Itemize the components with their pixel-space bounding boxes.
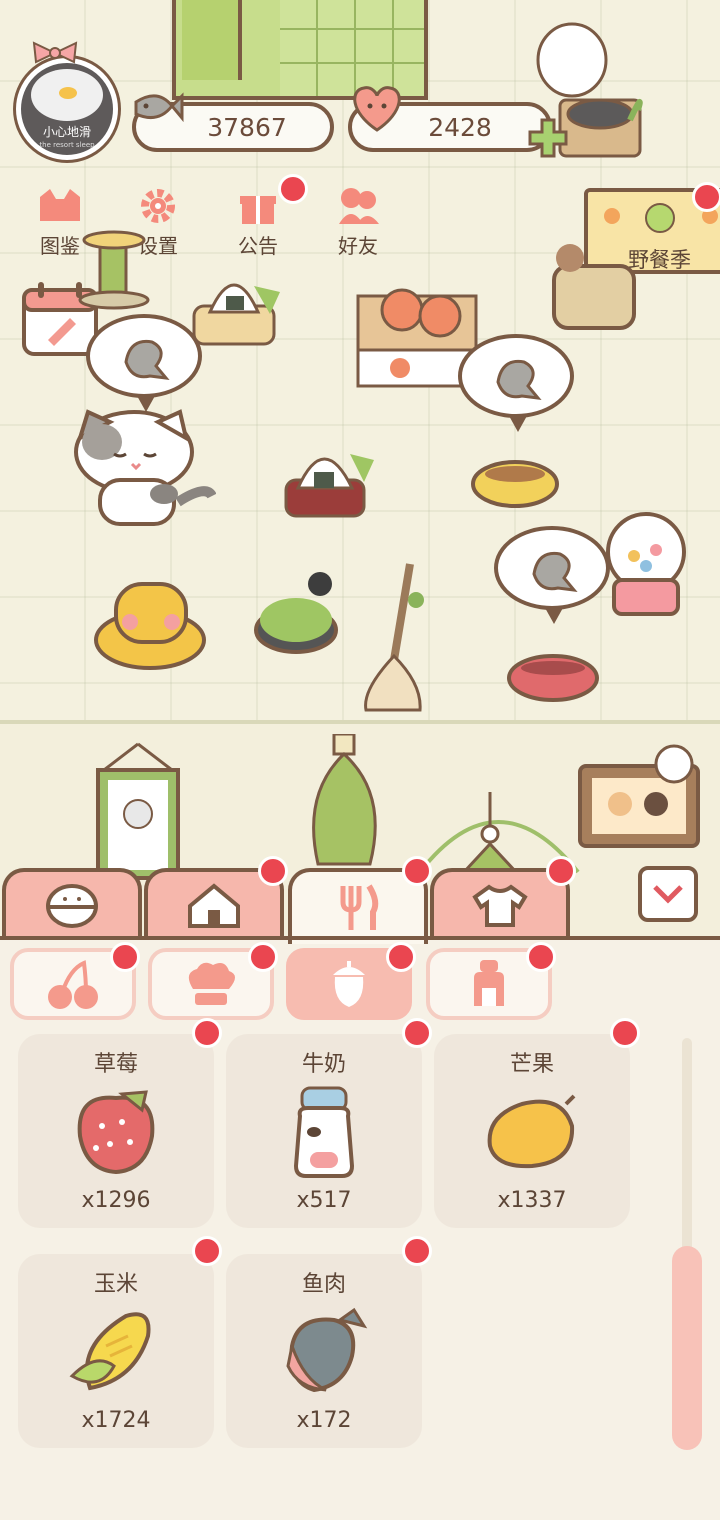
fish-icon <box>532 551 578 592</box>
player-name: 小心地滑 <box>42 125 91 139</box>
shirt-icon <box>472 884 528 927</box>
notification-dot <box>110 942 140 972</box>
item-count: x1337 <box>497 1188 567 1213</box>
broom-decoration[interactable] <box>360 560 430 720</box>
chevron-down-icon <box>653 885 683 904</box>
category-tabs <box>0 856 720 944</box>
food-bowl-red[interactable] <box>506 650 600 706</box>
tab-cat-bed[interactable] <box>2 868 142 940</box>
player-avatar[interactable]: 小心地滑 the resort sleep <box>16 58 118 160</box>
item-name: 芒果 <box>509 1052 554 1077</box>
menu-label: 好友 <box>338 234 378 258</box>
notification-dot <box>258 856 288 886</box>
gift-icon <box>240 196 276 224</box>
yellow-hat-decoration[interactable] <box>94 580 208 672</box>
heart-count: 2428 <box>428 112 492 142</box>
bow-icon <box>32 41 78 64</box>
notification-dot <box>278 174 308 204</box>
fish-meat-icon <box>286 1307 368 1393</box>
jar-icon <box>474 960 504 1006</box>
item-card-strawberry[interactable]: 草莓 x1296 <box>18 1034 214 1228</box>
notification-dot <box>386 942 416 972</box>
fish-icon <box>134 92 184 123</box>
fish-icon <box>124 339 170 380</box>
food-bowl-yellow[interactable] <box>470 454 560 514</box>
hanging-scroll-decoration[interactable] <box>90 740 186 880</box>
fish-request-bubble[interactable] <box>458 334 574 432</box>
notification-dot <box>402 1018 432 1048</box>
item-name: 草莓 <box>93 1052 138 1077</box>
onigiri-bowl-decoration[interactable] <box>280 436 380 522</box>
notification-dot <box>192 1236 222 1266</box>
item-card-milk[interactable]: 牛奶 x517 <box>226 1034 422 1228</box>
player-subtitle: the resort sleep <box>39 141 95 149</box>
menu-label: 图鉴 <box>40 234 80 258</box>
cat-bed-icon <box>46 884 98 928</box>
cat-book-icon <box>40 189 80 221</box>
item-card-corn[interactable]: 玉米 x1724 <box>18 1254 214 1448</box>
scrollbar-thumb[interactable] <box>672 1246 702 1450</box>
notification-dot <box>402 1236 432 1266</box>
item-card-fish[interactable]: 鱼肉 x172 <box>226 1254 422 1448</box>
house-icon <box>188 883 240 928</box>
heart-icon <box>353 86 401 132</box>
gumball-machine-decoration[interactable] <box>600 510 692 618</box>
fish-icon <box>496 359 542 400</box>
moss-bed-decoration[interactable] <box>254 570 344 656</box>
chef-hat-icon <box>188 962 235 1005</box>
item-name: 牛奶 <box>301 1052 346 1077</box>
notification-dot <box>526 942 556 972</box>
corn-icon <box>69 1312 151 1391</box>
cat-tree-decoration[interactable] <box>78 200 150 310</box>
cat-character[interactable] <box>66 408 216 532</box>
fish-request-bubble[interactable] <box>86 314 202 412</box>
cherry-icon <box>48 960 98 1009</box>
item-card-mango[interactable]: 芒果 x1337 <box>434 1034 630 1228</box>
item-name: 玉米 <box>93 1272 138 1297</box>
acorn-icon <box>333 961 365 1007</box>
friends-icon <box>339 188 379 224</box>
fish-count: 37867 <box>207 112 287 142</box>
photo-frame-decoration[interactable] <box>578 744 708 852</box>
item-count: x1724 <box>81 1408 151 1433</box>
notification-dot <box>546 856 576 886</box>
add-currency-icon[interactable] <box>528 118 568 158</box>
menu-friends[interactable]: 好友 <box>318 186 398 259</box>
notification-dot <box>248 942 278 972</box>
item-count: x517 <box>296 1188 352 1213</box>
milk-icon <box>293 1086 355 1178</box>
collapse-panel-button[interactable] <box>638 866 698 922</box>
onigiri-basket-decoration[interactable] <box>188 262 288 352</box>
notification-dot <box>692 182 720 212</box>
mango-icon <box>487 1094 576 1169</box>
item-count: x1296 <box>81 1188 151 1213</box>
fork-knife-icon <box>340 884 379 930</box>
hanging-plant-decoration[interactable] <box>298 734 394 870</box>
fish-request-bubble[interactable] <box>494 526 610 624</box>
notification-dot <box>610 1018 640 1048</box>
item-name: 鱼肉 <box>301 1272 346 1297</box>
item-count: x172 <box>296 1408 352 1433</box>
game-scene[interactable]: 小心地滑 the resort sleep 37867 2428 图鉴 设置 公… <box>0 0 720 940</box>
basket-decoration[interactable] <box>548 232 640 332</box>
notification-dot <box>192 1018 222 1048</box>
menu-label: 公告 <box>238 234 278 258</box>
notification-dot <box>402 856 432 886</box>
strawberry-icon <box>77 1090 155 1175</box>
